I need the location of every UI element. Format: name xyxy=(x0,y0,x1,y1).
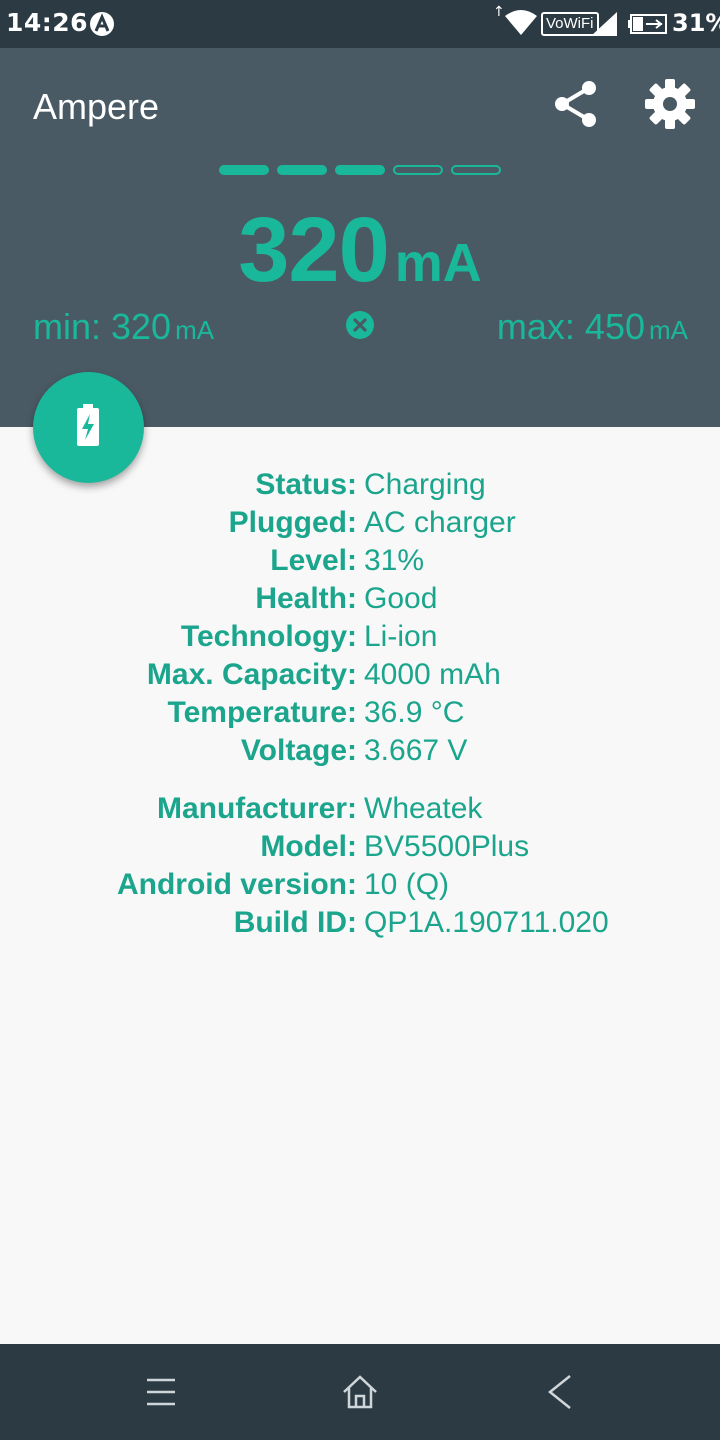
app-title: Ampere xyxy=(33,86,160,127)
a-badge-icon xyxy=(90,12,114,36)
status-time: 14:26 xyxy=(6,8,89,37)
device-info-row: Build ID: QP1A.190711.020 xyxy=(0,906,720,944)
info-label: Plugged: xyxy=(228,506,357,539)
info-value: Li-ion xyxy=(364,620,438,653)
info-value: 36.9 °C xyxy=(364,696,465,729)
battery-info-row: Plugged: AC charger xyxy=(0,506,720,544)
battery-charging-icon xyxy=(77,404,99,446)
level-dot xyxy=(335,165,385,175)
info-label: Model: xyxy=(260,830,357,863)
max-value: max: 450 xyxy=(496,306,645,347)
home-icon[interactable] xyxy=(340,1372,380,1412)
info-label: Build ID: xyxy=(233,906,357,939)
current-reading: 320 mA xyxy=(0,198,720,303)
level-dot xyxy=(219,165,269,175)
info-value: AC charger xyxy=(364,506,516,539)
signal-icon xyxy=(591,12,617,36)
info-label: Temperature: xyxy=(167,696,358,729)
wifi-icon xyxy=(505,10,537,35)
info-value: Wheatek xyxy=(364,792,483,825)
battery-fab-button[interactable] xyxy=(33,372,144,483)
max-reading: max: 450 mA xyxy=(497,306,688,348)
info-value: 3.667 V xyxy=(364,734,468,767)
share-icon[interactable] xyxy=(548,76,604,132)
info-value: BV5500Plus xyxy=(364,830,530,863)
vowifi-label: VoWiFi xyxy=(541,12,599,36)
battery-info-row: Voltage: 3.667 V xyxy=(0,734,720,772)
battery-percent: 31% xyxy=(672,9,720,37)
info-value: 10 (Q) xyxy=(364,868,450,901)
battery-info-row: Max. Capacity: 4000 mAh xyxy=(0,658,720,696)
battery-info-row: Health: Good xyxy=(0,582,720,620)
info-value: 31% xyxy=(364,544,425,577)
info-value: Charging xyxy=(364,468,486,501)
current-value: 320 xyxy=(238,199,389,301)
battery-info-row: Temperature: 36.9 °C xyxy=(0,696,720,734)
info-label: Status: xyxy=(255,468,357,501)
menu-icon[interactable] xyxy=(141,1372,181,1412)
level-dot xyxy=(277,165,327,175)
current-unit: mA xyxy=(394,233,482,293)
info-label: Voltage: xyxy=(240,734,357,767)
device-info-row: Android version: 10 (Q) xyxy=(0,868,720,906)
device-info-row: Model: BV5500Plus xyxy=(0,830,720,868)
info-label: Level: xyxy=(270,544,357,577)
device-info-list: Manufacturer: Wheatek Model: BV5500Plus Andr… xyxy=(0,792,720,944)
info-label: Manufacturer: xyxy=(156,792,357,825)
status-bar: 14:26 ↑ VoWiFi 31% xyxy=(0,0,720,48)
info-value: 4000 mAh xyxy=(364,658,501,691)
info-label: Max. Capacity: xyxy=(146,658,357,691)
settings-icon[interactable] xyxy=(642,76,698,132)
level-dot xyxy=(451,165,501,175)
level-indicator xyxy=(219,165,509,179)
battery-info-row: Technology: Li-ion xyxy=(0,620,720,658)
device-info-row: Manufacturer: Wheatek xyxy=(0,792,720,830)
info-value: QP1A.190711.020 xyxy=(364,906,609,939)
level-dot xyxy=(393,165,443,175)
info-label: Android version: xyxy=(116,868,357,901)
back-icon[interactable] xyxy=(540,1372,580,1412)
app-header: Ampere 320 mA min: 320 mA max: 450 mA xyxy=(0,48,720,427)
min-unit: mA xyxy=(175,315,215,345)
navigation-bar xyxy=(0,1344,720,1440)
battery-charging-icon xyxy=(628,14,667,34)
max-unit: mA xyxy=(649,315,688,345)
info-value: Good xyxy=(364,582,438,615)
reset-minmax-icon[interactable] xyxy=(345,310,375,340)
info-label: Health: xyxy=(255,582,357,615)
min-value: min: 320 xyxy=(33,306,172,347)
min-reading: min: 320 mA xyxy=(33,306,214,348)
battery-info-row: Level: 31% xyxy=(0,544,720,582)
info-label: Technology: xyxy=(180,620,357,653)
upload-arrow-icon: ↑ xyxy=(493,4,505,20)
battery-info-row: Status: Charging xyxy=(0,468,720,506)
battery-info-list: Status: Charging Plugged: AC charger Level: 3… xyxy=(0,468,720,772)
